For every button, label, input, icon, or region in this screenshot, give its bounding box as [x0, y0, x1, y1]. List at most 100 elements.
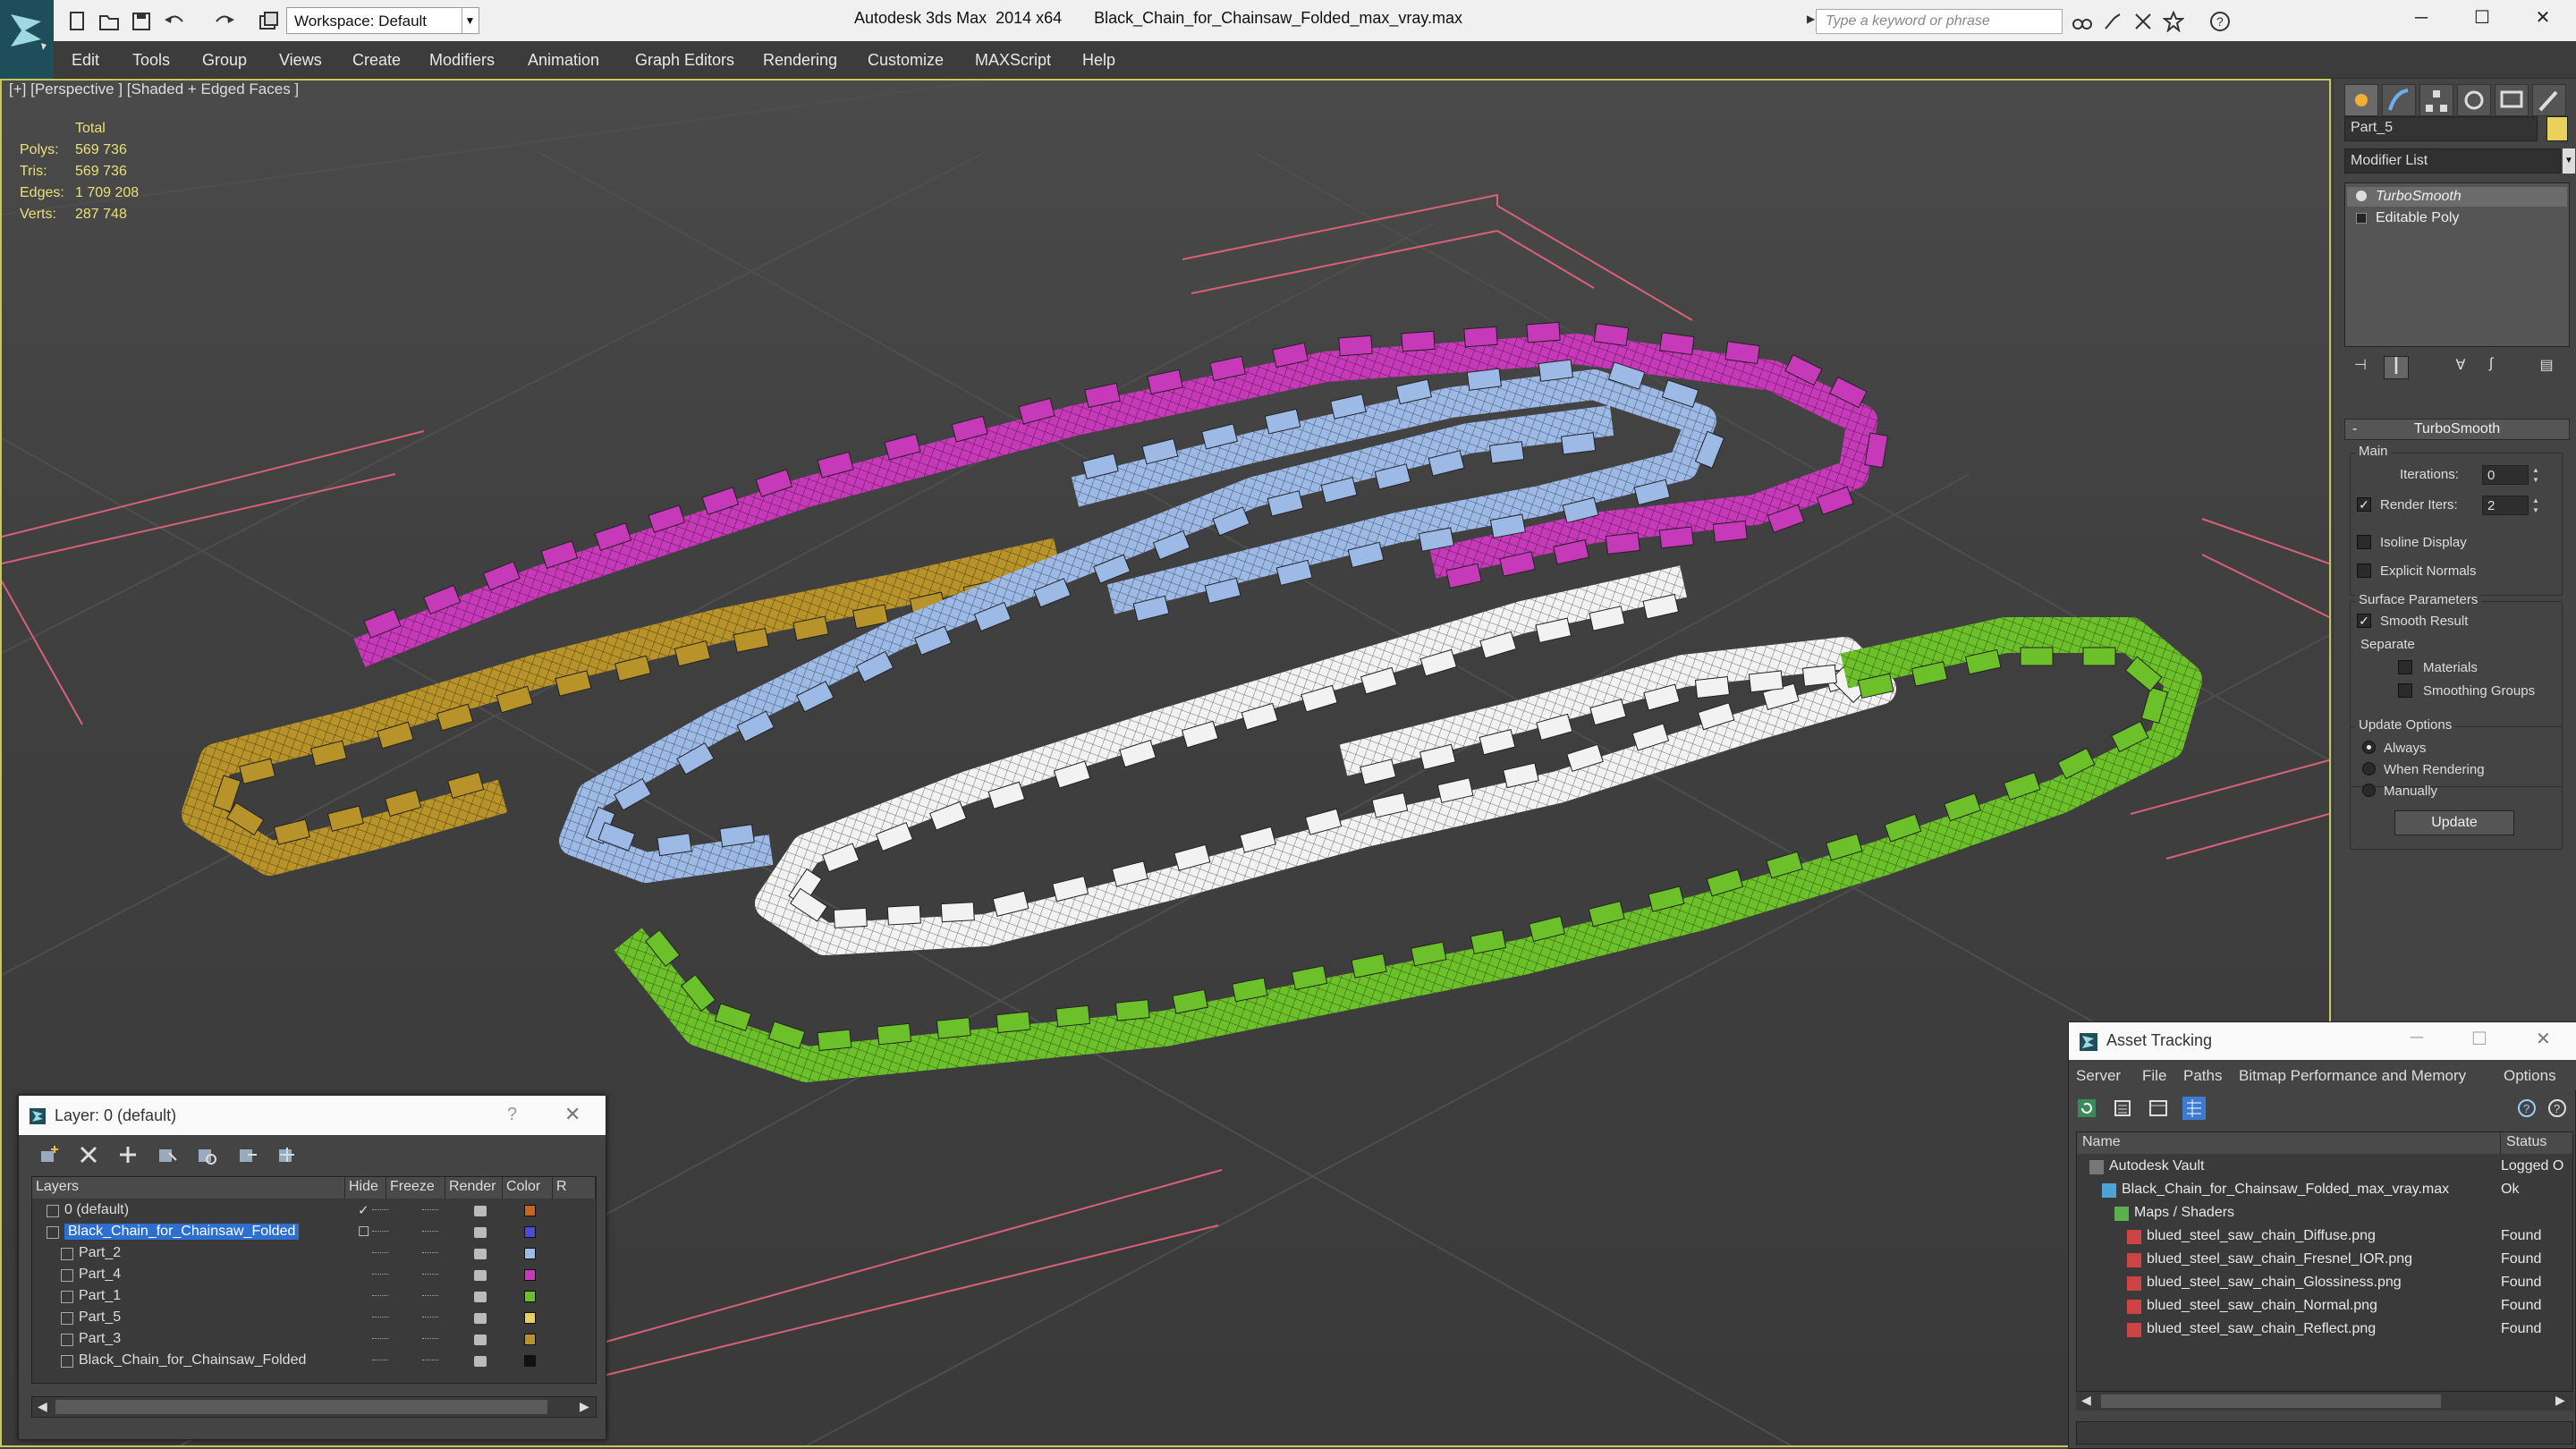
- scroll-left-icon[interactable]: ◀: [38, 1399, 47, 1414]
- update-when-rendering-radio[interactable]: [2362, 762, 2376, 775]
- stack-item-turbosmooth[interactable]: TurboSmooth: [2347, 187, 2567, 207]
- menu-help[interactable]: Help: [1082, 51, 1115, 70]
- render-teapot-icon[interactable]: [474, 1206, 487, 1216]
- select-in-layer-icon[interactable]: [157, 1144, 178, 1165]
- freeze-toggle[interactable]: [422, 1317, 438, 1319]
- layer-row[interactable]: Black_Chain_for_Chainsaw_Folded: [34, 1351, 594, 1372]
- update-manually-radio[interactable]: [2362, 784, 2376, 797]
- layer-row[interactable]: 0 (default) ✓: [34, 1200, 594, 1222]
- asset-menu-paths[interactable]: Paths: [2183, 1067, 2222, 1085]
- menu-create[interactable]: Create: [352, 51, 401, 70]
- hide-toggle[interactable]: [372, 1252, 388, 1255]
- layer-name[interactable]: Part_4: [79, 1267, 121, 1283]
- hierarchy-tab-icon[interactable]: [2419, 84, 2453, 116]
- favorites-star-icon[interactable]: [2163, 11, 2184, 32]
- asset-menu-options[interactable]: Options: [2504, 1067, 2556, 1085]
- pin-stack-icon[interactable]: ⊣: [2348, 356, 2373, 379]
- chevron-down-icon[interactable]: ▼: [462, 8, 478, 33]
- render-iters-spinner[interactable]: 2: [2482, 496, 2529, 515]
- freeze-toggle[interactable]: [422, 1295, 438, 1298]
- update-always-radio[interactable]: [2362, 741, 2376, 754]
- render-teapot-icon[interactable]: [474, 1270, 487, 1281]
- col-radiosity[interactable]: R: [553, 1177, 596, 1199]
- col-hide[interactable]: Hide: [345, 1177, 386, 1199]
- layer-color-swatch[interactable]: [524, 1226, 536, 1238]
- spinner-arrows-icon[interactable]: ▲ ▼: [2530, 496, 2541, 515]
- layer-name[interactable]: Black_Chain_for_Chainsaw_Folded: [64, 1224, 300, 1240]
- hide-toggle[interactable]: [372, 1231, 388, 1233]
- asset-row[interactable]: blued_steel_saw_chain_Glossiness.png Foun…: [2077, 1272, 2572, 1295]
- menu-graph-editors[interactable]: Graph Editors: [635, 51, 734, 70]
- show-end-result-icon[interactable]: ┃: [2384, 356, 2409, 379]
- refresh-icon[interactable]: [2076, 1097, 2097, 1119]
- col-status[interactable]: Status: [2501, 1132, 2572, 1154]
- help-icon[interactable]: ?: [2546, 1097, 2568, 1119]
- motion-tab-icon[interactable]: [2457, 84, 2491, 116]
- asset-row[interactable]: Black_Chain_for_Chainsaw_Folded_max_vray…: [2077, 1179, 2572, 1202]
- app-menu-button[interactable]: [0, 0, 54, 79]
- scroll-thumb[interactable]: [55, 1400, 547, 1414]
- menu-views[interactable]: Views: [279, 51, 322, 70]
- explicit-normals-checkbox[interactable]: [2357, 564, 2371, 578]
- layer-row[interactable]: Part_2: [34, 1243, 594, 1265]
- search-input[interactable]: Type a keyword or phrase: [1816, 9, 2063, 34]
- hide-toggle[interactable]: [372, 1338, 388, 1341]
- col-layers[interactable]: Layers: [32, 1177, 345, 1199]
- chain-part-1-green[interactable]: [614, 617, 2202, 1082]
- modify-tab-icon[interactable]: [2382, 84, 2416, 116]
- layer-name[interactable]: Black_Chain_for_Chainsaw_Folded: [79, 1352, 306, 1368]
- layer-color-swatch[interactable]: [524, 1355, 536, 1367]
- col-freeze[interactable]: Freeze: [386, 1177, 445, 1199]
- freeze-toggle[interactable]: [422, 1274, 438, 1276]
- maximize-button[interactable]: ☐: [2471, 1028, 2487, 1050]
- add-to-layer-icon[interactable]: [117, 1144, 139, 1165]
- vault-help-icon[interactable]: ?: [2516, 1097, 2538, 1119]
- new-file-icon[interactable]: [66, 11, 89, 32]
- scroll-right-icon[interactable]: ▶: [2555, 1393, 2565, 1408]
- render-teapot-icon[interactable]: [474, 1249, 487, 1259]
- highlight-layer-icon[interactable]: [196, 1144, 217, 1165]
- asset-name[interactable]: Maps / Shaders: [2134, 1205, 2234, 1221]
- layer-row[interactable]: Part_4: [34, 1265, 594, 1286]
- asset-row[interactable]: blued_steel_saw_chain_Reflect.png Found: [2077, 1318, 2572, 1342]
- layer-row[interactable]: Part_3: [34, 1329, 594, 1351]
- scroll-left-icon[interactable]: ◀: [2081, 1393, 2091, 1408]
- menu-tools[interactable]: Tools: [132, 51, 170, 70]
- asset-name[interactable]: blued_steel_saw_chain_Diffuse.png: [2147, 1228, 2376, 1244]
- materials-checkbox[interactable]: [2398, 660, 2412, 674]
- minimize-button[interactable]: ─: [2394, 0, 2449, 36]
- layer-dialog-titlebar[interactable]: Layer: 0 (default) ? ✕: [19, 1096, 606, 1135]
- stack-item-editable-poly[interactable]: Editable Poly: [2347, 208, 2567, 228]
- asset-name[interactable]: blued_steel_saw_chain_Normal.png: [2147, 1298, 2377, 1314]
- layer-name[interactable]: 0 (default): [64, 1202, 129, 1218]
- render-teapot-icon[interactable]: [474, 1227, 487, 1238]
- minimize-button[interactable]: ─: [2411, 1028, 2423, 1048]
- smooth-result-checkbox[interactable]: ✓: [2357, 614, 2371, 628]
- spinner-arrows-icon[interactable]: ▲ ▼: [2530, 465, 2541, 485]
- layer-color-swatch[interactable]: [524, 1334, 536, 1345]
- set-active-layer-box-icon[interactable]: ☐: [358, 1224, 369, 1240]
- project-folder-icon[interactable]: [258, 11, 281, 32]
- binoculars-icon[interactable]: [2072, 11, 2093, 32]
- freeze-toggle[interactable]: [422, 1252, 438, 1255]
- hide-toggle[interactable]: [372, 1317, 388, 1319]
- layer-row[interactable]: Part_1: [34, 1286, 594, 1308]
- subscription-icon[interactable]: [2102, 11, 2123, 32]
- menu-edit[interactable]: Edit: [72, 51, 99, 70]
- layer-color-swatch[interactable]: [524, 1205, 536, 1216]
- lightbulb-icon[interactable]: [2356, 191, 2367, 201]
- hide-toggle[interactable]: [372, 1360, 388, 1362]
- asset-menu-file[interactable]: File: [2142, 1067, 2166, 1085]
- maximize-button[interactable]: ☐: [2454, 0, 2510, 36]
- close-button[interactable]: ✕: [2515, 0, 2571, 36]
- menu-group[interactable]: Group: [202, 51, 247, 70]
- layer-color-swatch[interactable]: [524, 1248, 536, 1259]
- make-unique-icon[interactable]: ∀: [2448, 356, 2473, 379]
- save-file-icon[interactable]: [131, 11, 154, 32]
- workspace-select[interactable]: Workspace: Default: [286, 7, 479, 34]
- viewport-label[interactable]: [+] [Perspective ] [Shaded + Edged Faces…: [9, 80, 299, 98]
- horizontal-scrollbar[interactable]: ◀ ▶: [31, 1396, 597, 1418]
- layer-color-swatch[interactable]: [524, 1291, 536, 1302]
- asset-name[interactable]: blued_steel_saw_chain_Glossiness.png: [2147, 1275, 2402, 1291]
- open-file-icon[interactable]: [98, 11, 122, 32]
